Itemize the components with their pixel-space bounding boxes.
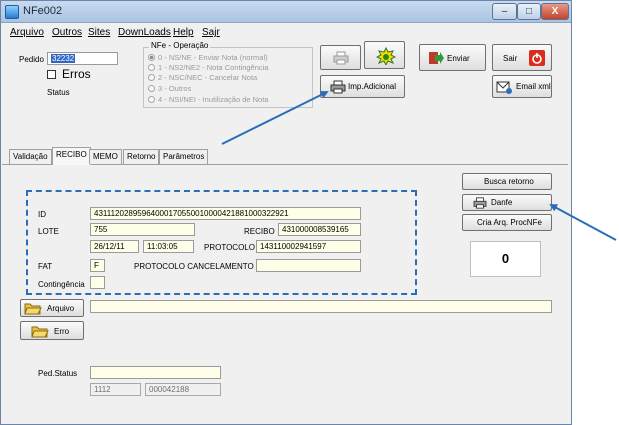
enviar-button[interactable]: Enviar (419, 44, 486, 71)
tab-memo[interactable]: MEMO (89, 149, 122, 164)
protocolo-cancelamento-field[interactable] (256, 259, 361, 272)
window-title: NFe002 (23, 5, 63, 17)
radio-operacao-1[interactable]: 1 - NS2/NE2 - Nota Contingência (148, 63, 268, 72)
tab-retorno[interactable]: Retorno (123, 149, 160, 164)
erro-button[interactable]: Erro (20, 321, 84, 340)
status-label: Status (47, 88, 70, 97)
email-icon (496, 81, 512, 94)
radio-operacao-3[interactable]: 3 - Outros (148, 84, 191, 93)
sair-button[interactable]: Sair (492, 44, 552, 71)
recibo-label: RECIBO (244, 227, 275, 236)
close-button[interactable]: X (541, 3, 569, 20)
menu-sajr[interactable]: Sajr (202, 27, 220, 38)
counter-display: 0 (470, 241, 541, 277)
cria-arq-procnfe-button[interactable]: Cria Arq. ProcNFe (462, 214, 552, 231)
arquivo-label: Arquivo (47, 304, 75, 313)
email-xml-button[interactable]: Email xml (492, 75, 552, 98)
radio-label: 2 - NSC/NEC - Cancelar Nota (158, 73, 258, 82)
power-icon (529, 50, 545, 66)
operacao-title: NFe - Operação (149, 41, 211, 50)
protocolo-field[interactable]: 143110002941597 (256, 240, 361, 253)
tab-parametros[interactable]: Parâmetros (159, 149, 209, 164)
contingencia-label: Contingência (38, 280, 85, 289)
radio-operacao-2[interactable]: 2 - NSC/NEC - Cancelar Nota (148, 73, 257, 82)
contingencia-field[interactable] (90, 276, 105, 289)
radio-label: 0 - NS/NE - Enviar Nota (normal) (158, 53, 268, 62)
danfe-button[interactable]: Danfe (462, 194, 552, 211)
radio-operacao-4[interactable]: 4 - NSI/NEI - Inutilização de Nota (148, 95, 268, 104)
cria-arq-label: Cria Arq. ProcNFe (477, 218, 542, 227)
imp-adicional-label: Imp.Adicional (348, 82, 397, 91)
radio-dot-icon (148, 96, 155, 103)
erros-label: Erros (62, 67, 91, 81)
arquivo-path-field[interactable] (90, 300, 552, 313)
erro-label: Erro (54, 327, 70, 336)
radio-operacao-0[interactable]: 0 - NS/NE - Enviar Nota (normal) (148, 53, 268, 62)
maximize-button[interactable]: □ (517, 3, 541, 20)
lote-label: LOTE (38, 227, 59, 236)
danfe-label: Danfe (491, 198, 513, 207)
menu-outros[interactable]: Outros (52, 27, 82, 38)
config-button[interactable] (364, 41, 405, 69)
print-button[interactable] (320, 45, 361, 70)
radio-label: 4 - NSI/NEI - Inutilização de Nota (158, 95, 269, 104)
tab-recibo[interactable]: RECIBO (52, 147, 91, 165)
menu-bar: Arquivo Outros Sites DownLoads Help Sajr (1, 24, 571, 40)
menu-sites[interactable]: Sites (88, 27, 110, 38)
enviar-label: Enviar (447, 54, 470, 63)
fat-field[interactable]: F (90, 259, 105, 272)
tab-validacao[interactable]: Validação (9, 149, 52, 164)
sair-label: Sair (503, 54, 518, 63)
id-field[interactable]: 4311120289596400017055001000042188100032… (90, 207, 361, 220)
recibo-field[interactable]: 431000008539165 (278, 223, 361, 236)
printer-icon (333, 51, 349, 65)
printer-icon (330, 80, 346, 94)
radio-label: 1 - NS2/NE2 - Nota Contingência (158, 63, 269, 72)
fat-label: FAT (38, 262, 53, 271)
id-label: ID (38, 210, 46, 219)
folder-open-icon (31, 326, 49, 338)
app-icon (5, 5, 19, 19)
menu-arquivo[interactable]: Arquivo (10, 27, 44, 38)
radio-dot-icon (148, 64, 155, 71)
radio-dot-icon (148, 54, 155, 61)
ped-status-label: Ped.Status (38, 369, 78, 378)
pedido-label: Pedido (19, 55, 44, 64)
erros-checkbox[interactable] (47, 70, 56, 79)
time-field[interactable]: 11:03:05 (143, 240, 194, 253)
folder-open-icon (24, 303, 42, 315)
ped-status-code-1: 1112 (90, 383, 141, 396)
busca-retorno-label: Busca retorno (484, 177, 534, 186)
date-field[interactable]: 26/12/11 (90, 240, 139, 253)
arquivo-button[interactable]: Arquivo (20, 299, 84, 317)
protocolo-label: PROTOCOLO (204, 243, 255, 252)
gear-icon (376, 47, 396, 65)
send-icon (429, 52, 444, 64)
email-xml-label: Email xml (516, 82, 551, 91)
minimize-button[interactable]: – (492, 3, 517, 20)
menu-downloads[interactable]: DownLoads (118, 27, 171, 38)
protocolo-cancelamento-label: PROTOCOLO CANCELAMENTO (134, 262, 254, 271)
imp-adicional-button[interactable]: Imp.Adicional (320, 75, 405, 98)
ped-status-code-2: 000042188 (145, 383, 221, 396)
busca-retorno-button[interactable]: Busca retorno (462, 173, 552, 190)
radio-dot-icon (148, 85, 155, 92)
radio-dot-icon (148, 74, 155, 81)
pedido-input[interactable]: 32232 (47, 52, 118, 65)
printer-icon (473, 197, 487, 209)
title-bar: NFe002 – □ X (1, 1, 571, 23)
lote-field[interactable]: 755 (90, 223, 195, 236)
menu-help[interactable]: Help (173, 27, 194, 38)
ped-status-field[interactable] (90, 366, 221, 379)
radio-label: 3 - Outros (158, 84, 192, 93)
